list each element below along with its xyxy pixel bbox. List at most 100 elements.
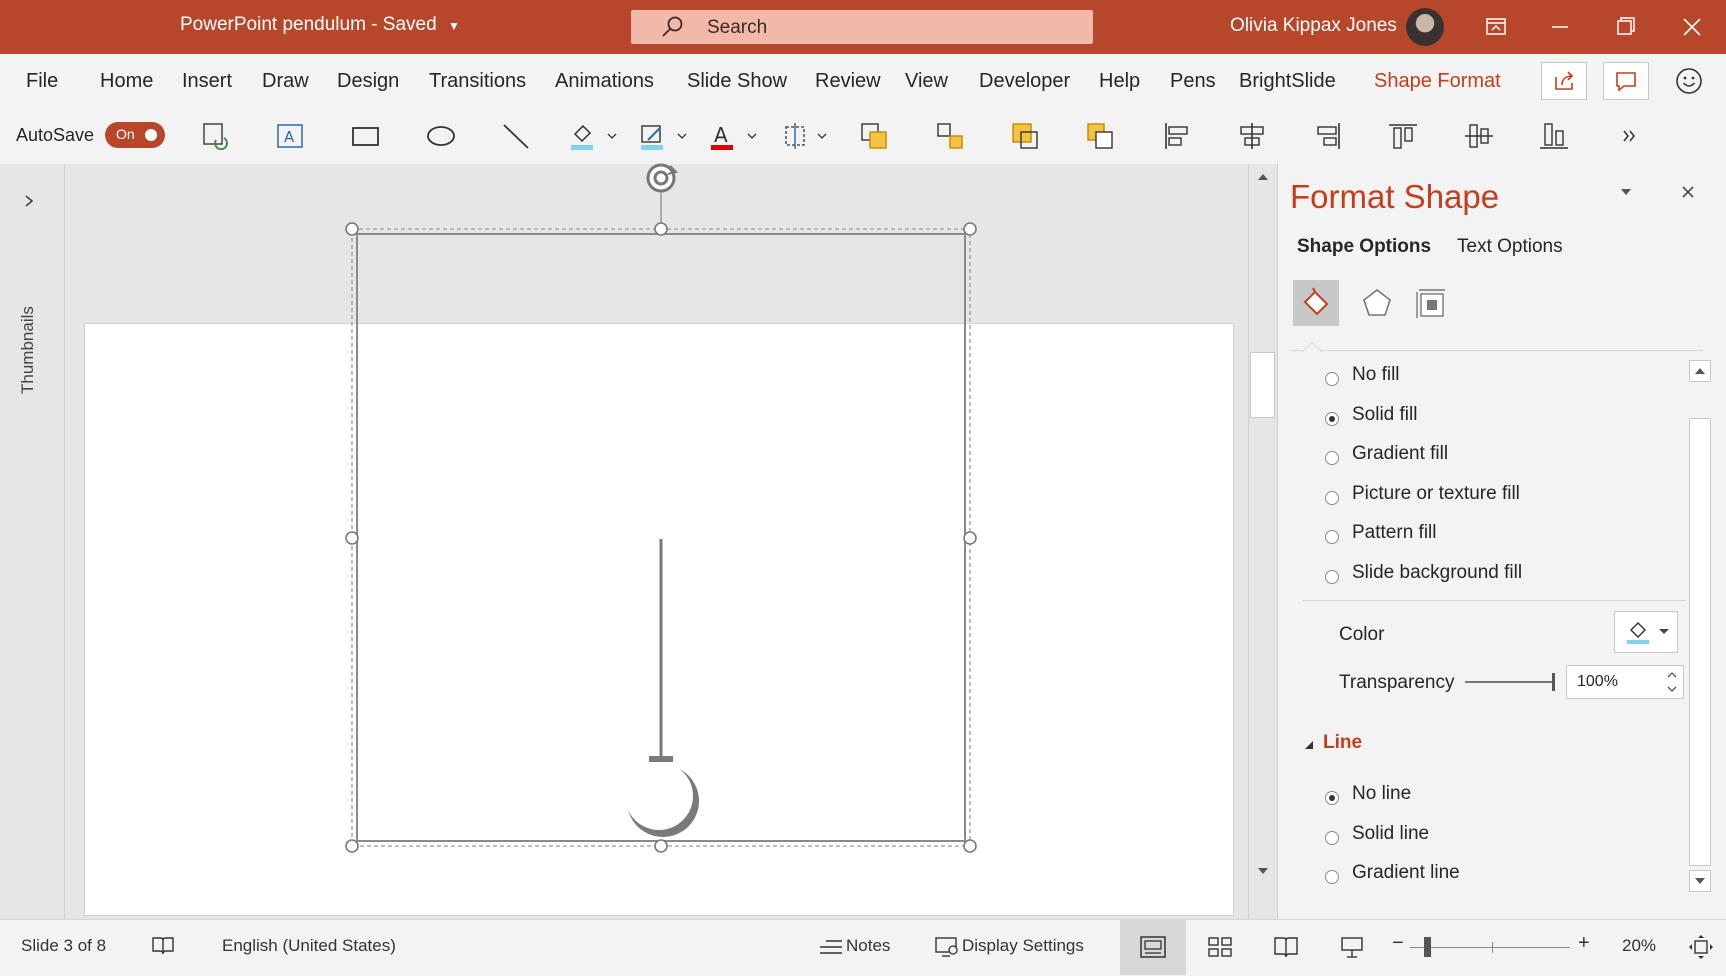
accessibility-book-icon[interactable]	[150, 934, 176, 958]
share-button[interactable]	[1541, 62, 1587, 100]
oval-icon[interactable]	[424, 120, 458, 152]
avatar[interactable]	[1406, 8, 1444, 46]
bring-forward-icon[interactable]	[858, 120, 892, 152]
zoom-level[interactable]: 20%	[1622, 936, 1656, 956]
selected-shape-group[interactable]	[330, 160, 1030, 860]
panel-scroll-thumb[interactable]	[1689, 418, 1711, 866]
transparency-input[interactable]: 100%	[1566, 665, 1684, 699]
language-indicator[interactable]: English (United States)	[222, 936, 396, 956]
scroll-thumb[interactable]	[1250, 352, 1275, 418]
panel-close-icon[interactable]	[1680, 184, 1696, 200]
spinner-icon[interactable]	[1665, 669, 1679, 695]
reading-view-icon[interactable]	[1272, 935, 1300, 959]
zoom-in-button[interactable]: +	[1578, 932, 1590, 955]
canvas-scrollbar[interactable]	[1248, 164, 1277, 919]
send-backward-icon[interactable]	[1009, 120, 1043, 152]
text-box-icon[interactable]: A	[273, 120, 307, 152]
slide-counter[interactable]: Slide 3 of 8	[21, 936, 106, 956]
notes-button[interactable]: Notes	[846, 936, 890, 956]
zoom-out-button[interactable]: −	[1392, 932, 1404, 955]
tab-insert[interactable]: Insert	[182, 70, 232, 93]
align-bottom-icon[interactable]	[1537, 120, 1571, 152]
fit-slide-icon[interactable]	[1688, 934, 1714, 960]
slide-sorter-icon[interactable]	[1206, 935, 1234, 959]
autosave-toggle[interactable]: On	[105, 122, 165, 148]
scroll-up-icon[interactable]	[1255, 170, 1271, 184]
align-right-icon[interactable]	[1311, 120, 1345, 152]
option-no-fill[interactable]: No fill	[1352, 364, 1400, 386]
collapse-triangle-icon[interactable]	[1303, 739, 1315, 751]
align-middle-icon[interactable]	[1462, 120, 1496, 152]
option-solid-fill[interactable]: Solid fill	[1352, 404, 1417, 426]
more-icon[interactable]	[1612, 120, 1646, 152]
restore-icon[interactable]	[1606, 10, 1646, 44]
rectangle-icon[interactable]	[349, 120, 383, 152]
thumbnails-label[interactable]: Thumbnails	[18, 306, 38, 394]
size-icon[interactable]	[778, 120, 830, 152]
radio-picture-fill[interactable]	[1325, 491, 1339, 505]
comments-button[interactable]	[1603, 62, 1649, 100]
panel-scroll-up-button[interactable]	[1689, 360, 1711, 382]
tab-animations[interactable]: Animations	[555, 70, 654, 93]
group-icon[interactable]	[934, 120, 968, 152]
option-gradient-line[interactable]: Gradient line	[1352, 862, 1460, 884]
align-center-icon[interactable]	[1235, 120, 1269, 152]
user-name[interactable]: Olivia Kippax Jones	[1230, 15, 1397, 37]
align-left-icon[interactable]	[1160, 120, 1194, 152]
sync-icon[interactable]	[198, 120, 232, 152]
search-box[interactable]: Search	[631, 10, 1093, 44]
option-slide-background-fill[interactable]: Slide background fill	[1352, 562, 1522, 584]
size-properties-icon[interactable]	[1409, 280, 1455, 326]
radio-slide-background-fill[interactable]	[1325, 570, 1339, 584]
tab-help[interactable]: Help	[1099, 70, 1140, 93]
radio-solid-fill[interactable]	[1325, 412, 1339, 426]
ribbon-display-icon[interactable]	[1476, 10, 1516, 44]
tab-text-options[interactable]: Text Options	[1457, 236, 1563, 258]
tab-view[interactable]: View	[905, 70, 948, 93]
panel-scroll-down-button[interactable]	[1689, 870, 1711, 892]
tab-pens[interactable]: Pens	[1170, 70, 1216, 93]
tab-design[interactable]: Design	[337, 70, 399, 93]
normal-view-button[interactable]	[1120, 920, 1186, 975]
tab-shape-options[interactable]: Shape Options	[1297, 236, 1431, 258]
zoom-slider-track[interactable]	[1410, 947, 1570, 948]
chevron-right-icon[interactable]	[22, 194, 36, 208]
panel-options-icon[interactable]	[1619, 186, 1633, 198]
tab-home[interactable]: Home	[100, 70, 153, 93]
radio-no-fill[interactable]	[1325, 372, 1339, 386]
scroll-down-icon[interactable]	[1255, 864, 1271, 878]
smiley-icon[interactable]	[1672, 64, 1706, 98]
option-gradient-fill[interactable]: Gradient fill	[1352, 443, 1448, 465]
radio-no-line[interactable]	[1325, 791, 1339, 805]
option-solid-line[interactable]: Solid line	[1352, 823, 1429, 845]
line-section-header[interactable]: Line	[1323, 732, 1362, 754]
zoom-slider-thumb[interactable]	[1424, 937, 1431, 957]
radio-solid-line[interactable]	[1325, 831, 1339, 845]
radio-gradient-fill[interactable]	[1325, 451, 1339, 465]
radio-pattern-fill[interactable]	[1325, 530, 1339, 544]
tab-review[interactable]: Review	[815, 70, 881, 93]
tab-developer[interactable]: Developer	[979, 70, 1070, 93]
tab-shape-format[interactable]: Shape Format	[1374, 70, 1501, 93]
minimize-icon[interactable]	[1540, 10, 1580, 44]
slide-show-icon[interactable]	[1338, 935, 1366, 959]
pendulum-shape[interactable]	[625, 539, 699, 837]
tab-file[interactable]: File	[26, 70, 58, 93]
tab-slide-show[interactable]: Slide Show	[687, 70, 787, 93]
display-settings-button[interactable]: Display Settings	[962, 936, 1084, 956]
rotate-handle-icon[interactable]	[646, 163, 678, 193]
option-pattern-fill[interactable]: Pattern fill	[1352, 522, 1436, 544]
panel-scrollbar[interactable]	[1686, 358, 1714, 906]
effects-icon[interactable]	[1354, 280, 1400, 326]
tab-draw[interactable]: Draw	[262, 70, 309, 93]
line-icon[interactable]	[499, 120, 533, 152]
align-top-icon[interactable]	[1386, 120, 1420, 152]
document-title[interactable]: PowerPoint pendulum - Saved ▼	[180, 14, 460, 36]
transparency-slider-track[interactable]	[1465, 681, 1553, 683]
color-picker-button[interactable]	[1614, 611, 1678, 653]
option-picture-fill[interactable]: Picture or texture fill	[1352, 483, 1520, 505]
option-no-line[interactable]: No line	[1352, 783, 1411, 805]
fill-line-tab[interactable]	[1293, 280, 1339, 326]
shape-outline-icon[interactable]	[636, 120, 688, 152]
tab-transitions[interactable]: Transitions	[429, 70, 526, 93]
